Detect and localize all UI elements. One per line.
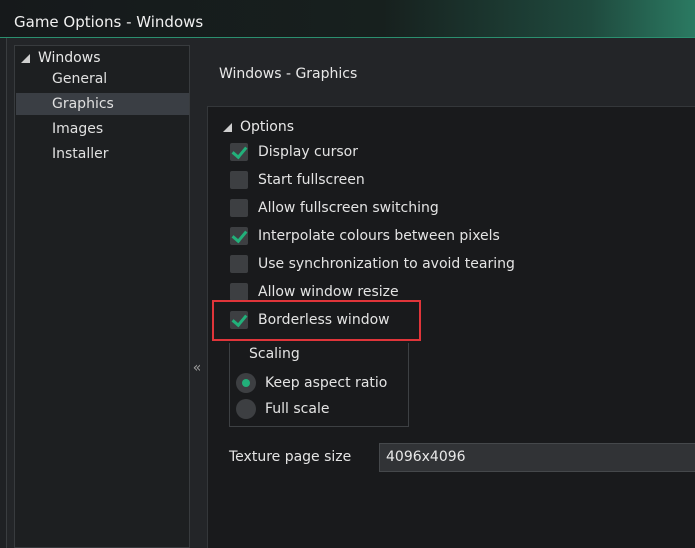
checkbox-allow-fullscreen-switching[interactable]: Allow fullscreen switching — [230, 198, 439, 218]
checkbox-box[interactable] — [230, 255, 248, 273]
checkbox-label: Allow window resize — [258, 284, 399, 300]
texture-page-size-select[interactable]: 4096x4096 — [379, 443, 695, 472]
sidebar-item-label: General — [52, 71, 108, 87]
checkmark-icon — [231, 226, 248, 244]
radio-full-scale[interactable]: Full scale — [236, 399, 329, 419]
radio-button[interactable] — [236, 399, 256, 419]
sidebar-item-graphics[interactable]: Graphics — [16, 93, 189, 115]
checkbox-vsync[interactable]: Use synchronization to avoid tearing — [230, 254, 515, 274]
sidebar-tree: Windows General Graphics Images Installe… — [14, 45, 190, 548]
checkbox-label: Start fullscreen — [258, 172, 365, 188]
checkmark-icon — [231, 142, 248, 160]
sidebar-item-installer[interactable]: Installer — [16, 143, 189, 165]
sidebar-item-label: Installer — [52, 146, 109, 162]
radio-selected-dot — [242, 379, 250, 387]
checkbox-label: Use synchronization to avoid tearing — [258, 256, 515, 272]
checkbox-box[interactable] — [230, 171, 248, 189]
radio-label: Keep aspect ratio — [265, 375, 388, 391]
radio-label: Full scale — [265, 401, 330, 417]
radio-button[interactable] — [236, 373, 256, 393]
texture-page-size-label: Texture page size — [229, 449, 352, 465]
sidebar-item-label: Images — [52, 121, 104, 137]
tree-root-label: Windows — [38, 50, 101, 66]
checkbox-box[interactable] — [230, 142, 248, 161]
highlight-box — [212, 300, 421, 341]
checkbox-interpolate-colours[interactable]: Interpolate colours between pixels — [230, 226, 500, 246]
checkbox-label: Interpolate colours between pixels — [258, 228, 500, 244]
collapse-triangle-icon[interactable] — [21, 53, 30, 63]
tree-root-windows[interactable]: Windows — [21, 50, 101, 66]
title-bar: Game Options - Windows — [0, 0, 695, 38]
checkbox-start-fullscreen[interactable]: Start fullscreen — [230, 170, 365, 190]
options-group-header[interactable]: Options — [223, 119, 294, 135]
window-title: Game Options - Windows — [14, 13, 204, 31]
collapse-triangle-icon[interactable] — [223, 122, 232, 132]
checkbox-box[interactable] — [230, 226, 248, 245]
checkbox-label: Display cursor — [258, 144, 358, 160]
collapse-sidebar-icon[interactable]: « — [190, 360, 204, 376]
options-header-label: Options — [240, 119, 295, 135]
checkbox-allow-window-resize[interactable]: Allow window resize — [230, 282, 399, 302]
checkbox-display-cursor[interactable]: Display cursor — [230, 142, 358, 162]
sidebar-item-general[interactable]: General — [16, 68, 189, 90]
sidebar-item-images[interactable]: Images — [16, 118, 189, 140]
checkbox-box[interactable] — [230, 199, 248, 217]
sidebar-item-label: Graphics — [52, 96, 114, 112]
radio-keep-aspect-ratio[interactable]: Keep aspect ratio — [236, 373, 387, 393]
page-title: Windows - Graphics — [219, 66, 358, 82]
checkbox-box[interactable] — [230, 283, 248, 301]
checkbox-label: Allow fullscreen switching — [258, 200, 439, 216]
scaling-label: Scaling — [249, 346, 300, 362]
